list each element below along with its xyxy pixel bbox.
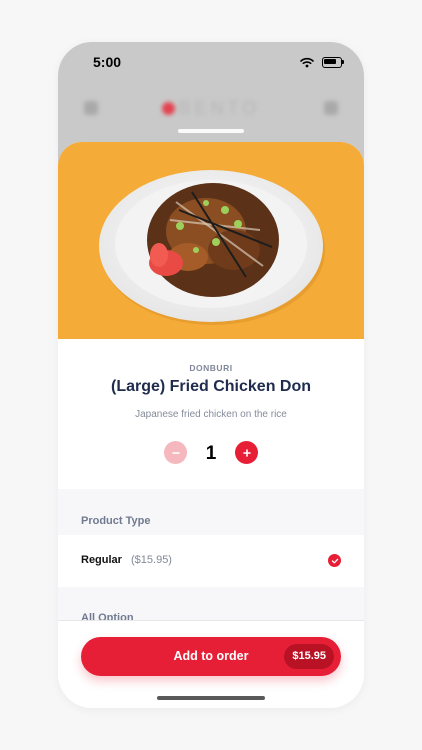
- food-bowl-image: [99, 170, 325, 325]
- order-price: $15.95: [284, 644, 334, 669]
- option-regular[interactable]: Regular ($15.95): [58, 535, 364, 587]
- battery-icon: [322, 56, 344, 68]
- check-icon: [328, 554, 341, 567]
- increase-quantity-button[interactable]: [235, 441, 258, 464]
- plus-icon: [242, 448, 251, 457]
- product-description: Japanese fried chicken on the rice: [135, 409, 287, 420]
- product-type-label: Product Type: [81, 515, 151, 527]
- product-category: DONBURI: [189, 363, 233, 373]
- quantity-stepper: 1: [58, 441, 364, 465]
- user-icon: [84, 101, 98, 115]
- add-to-order-button[interactable]: Add to order $15.95: [81, 637, 341, 676]
- phone-screen: 5:00 BENTO DONBURI (Large) Fried Chicken…: [58, 42, 364, 708]
- status-time: 5:00: [93, 54, 122, 70]
- product-info: DONBURI (Large) Fried Chicken Don Japane…: [58, 339, 364, 489]
- product-image: [58, 142, 364, 339]
- decrease-quantity-button[interactable]: [164, 441, 187, 464]
- quantity-value: 1: [205, 443, 217, 464]
- home-indicator: [157, 696, 265, 700]
- bottom-bar: Add to order $15.95: [58, 620, 364, 708]
- status-icons: [300, 56, 344, 68]
- minus-icon: [171, 451, 180, 454]
- background-nav: BENTO: [58, 90, 364, 126]
- cart-icon: [324, 101, 338, 115]
- option-price: ($15.95): [131, 554, 172, 566]
- status-bar: 5:00: [58, 42, 364, 82]
- sheet-grab-handle[interactable]: [178, 129, 244, 133]
- product-title: (Large) Fried Chicken Don: [110, 378, 312, 395]
- brand-logo: BENTO: [161, 98, 261, 119]
- option-name: Regular: [81, 554, 122, 566]
- wifi-icon: [300, 57, 314, 67]
